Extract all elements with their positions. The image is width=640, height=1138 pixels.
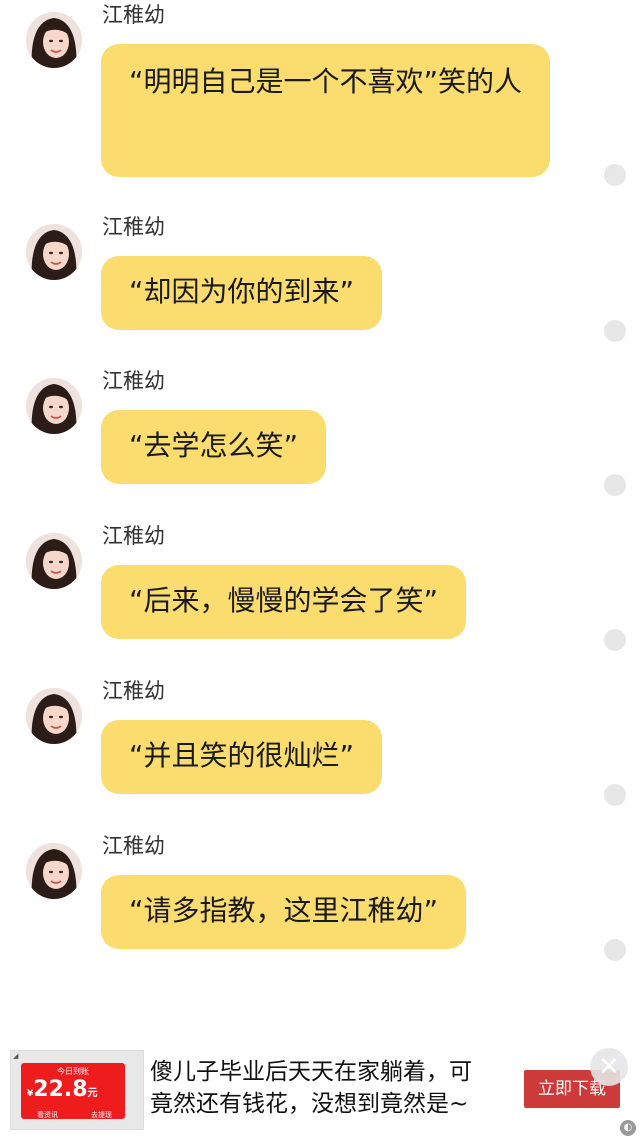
sender-name: 江稚幼 [102,679,165,703]
sender-name: 江稚幼 [102,834,165,858]
avatar-image [26,533,82,589]
message-status-indicator [604,164,626,186]
avatar-image [26,224,82,280]
sender-name: 江稚幼 [102,3,165,27]
message-bubble[interactable]: “却因为你的到来” [101,256,383,330]
ad-image-btn-withdraw: 去提现 [91,1111,112,1119]
ad-banner[interactable]: ◢ 今日到账 ¥22.8元 看资讯 去提现 傻儿子毕业后天天在家躺着，可竟然还有… [0,1040,640,1138]
avatar[interactable] [26,533,82,589]
message-bubble[interactable]: “去学怎么笑” [101,410,327,484]
avatar-image [26,12,82,68]
message-bubble[interactable]: “明明自己是一个不喜欢”笑的人 [101,44,550,177]
ad-corner-icon: ◢ [13,1052,19,1060]
ad-image-price: ¥22.8元 [27,1077,98,1102]
ad-image-btn-news: 看资讯 [37,1111,58,1119]
sender-name: 江稚幼 [102,369,165,393]
ad-image-caption: 今日到账 [57,1067,89,1076]
message-status-indicator [604,939,626,961]
ad-text[interactable]: 傻儿子毕业后天天在家躺着，可竟然还有钱花，没想到竟然是~ [150,1056,490,1120]
message-status-indicator [604,784,626,806]
ad-image[interactable]: ◢ 今日到账 ¥22.8元 看资讯 去提现 [10,1050,144,1130]
message-bubble[interactable]: “后来，慢慢的学会了笑” [101,565,467,639]
sender-name: 江稚幼 [102,215,165,239]
message-status-indicator [604,320,626,342]
avatar[interactable] [26,688,82,744]
message-status-indicator [604,474,626,496]
message-bubble[interactable]: “请多指教，这里江稚幼” [101,875,467,949]
avatar[interactable] [26,378,82,434]
avatar[interactable] [26,12,82,68]
message-status-indicator [604,629,626,651]
avatar-image [26,688,82,744]
avatar[interactable] [26,843,82,899]
avatar[interactable] [26,224,82,280]
message-bubble[interactable]: “并且笑的很灿烂” [101,720,383,794]
floating-action-icon[interactable]: ◐ [620,1120,636,1136]
avatar-image [26,378,82,434]
close-icon[interactable]: ✕ [590,1048,628,1086]
avatar-image [26,843,82,899]
sender-name: 江稚幼 [102,524,165,548]
ad-price-panel: 今日到账 ¥22.8元 看资讯 去提现 [21,1063,125,1119]
